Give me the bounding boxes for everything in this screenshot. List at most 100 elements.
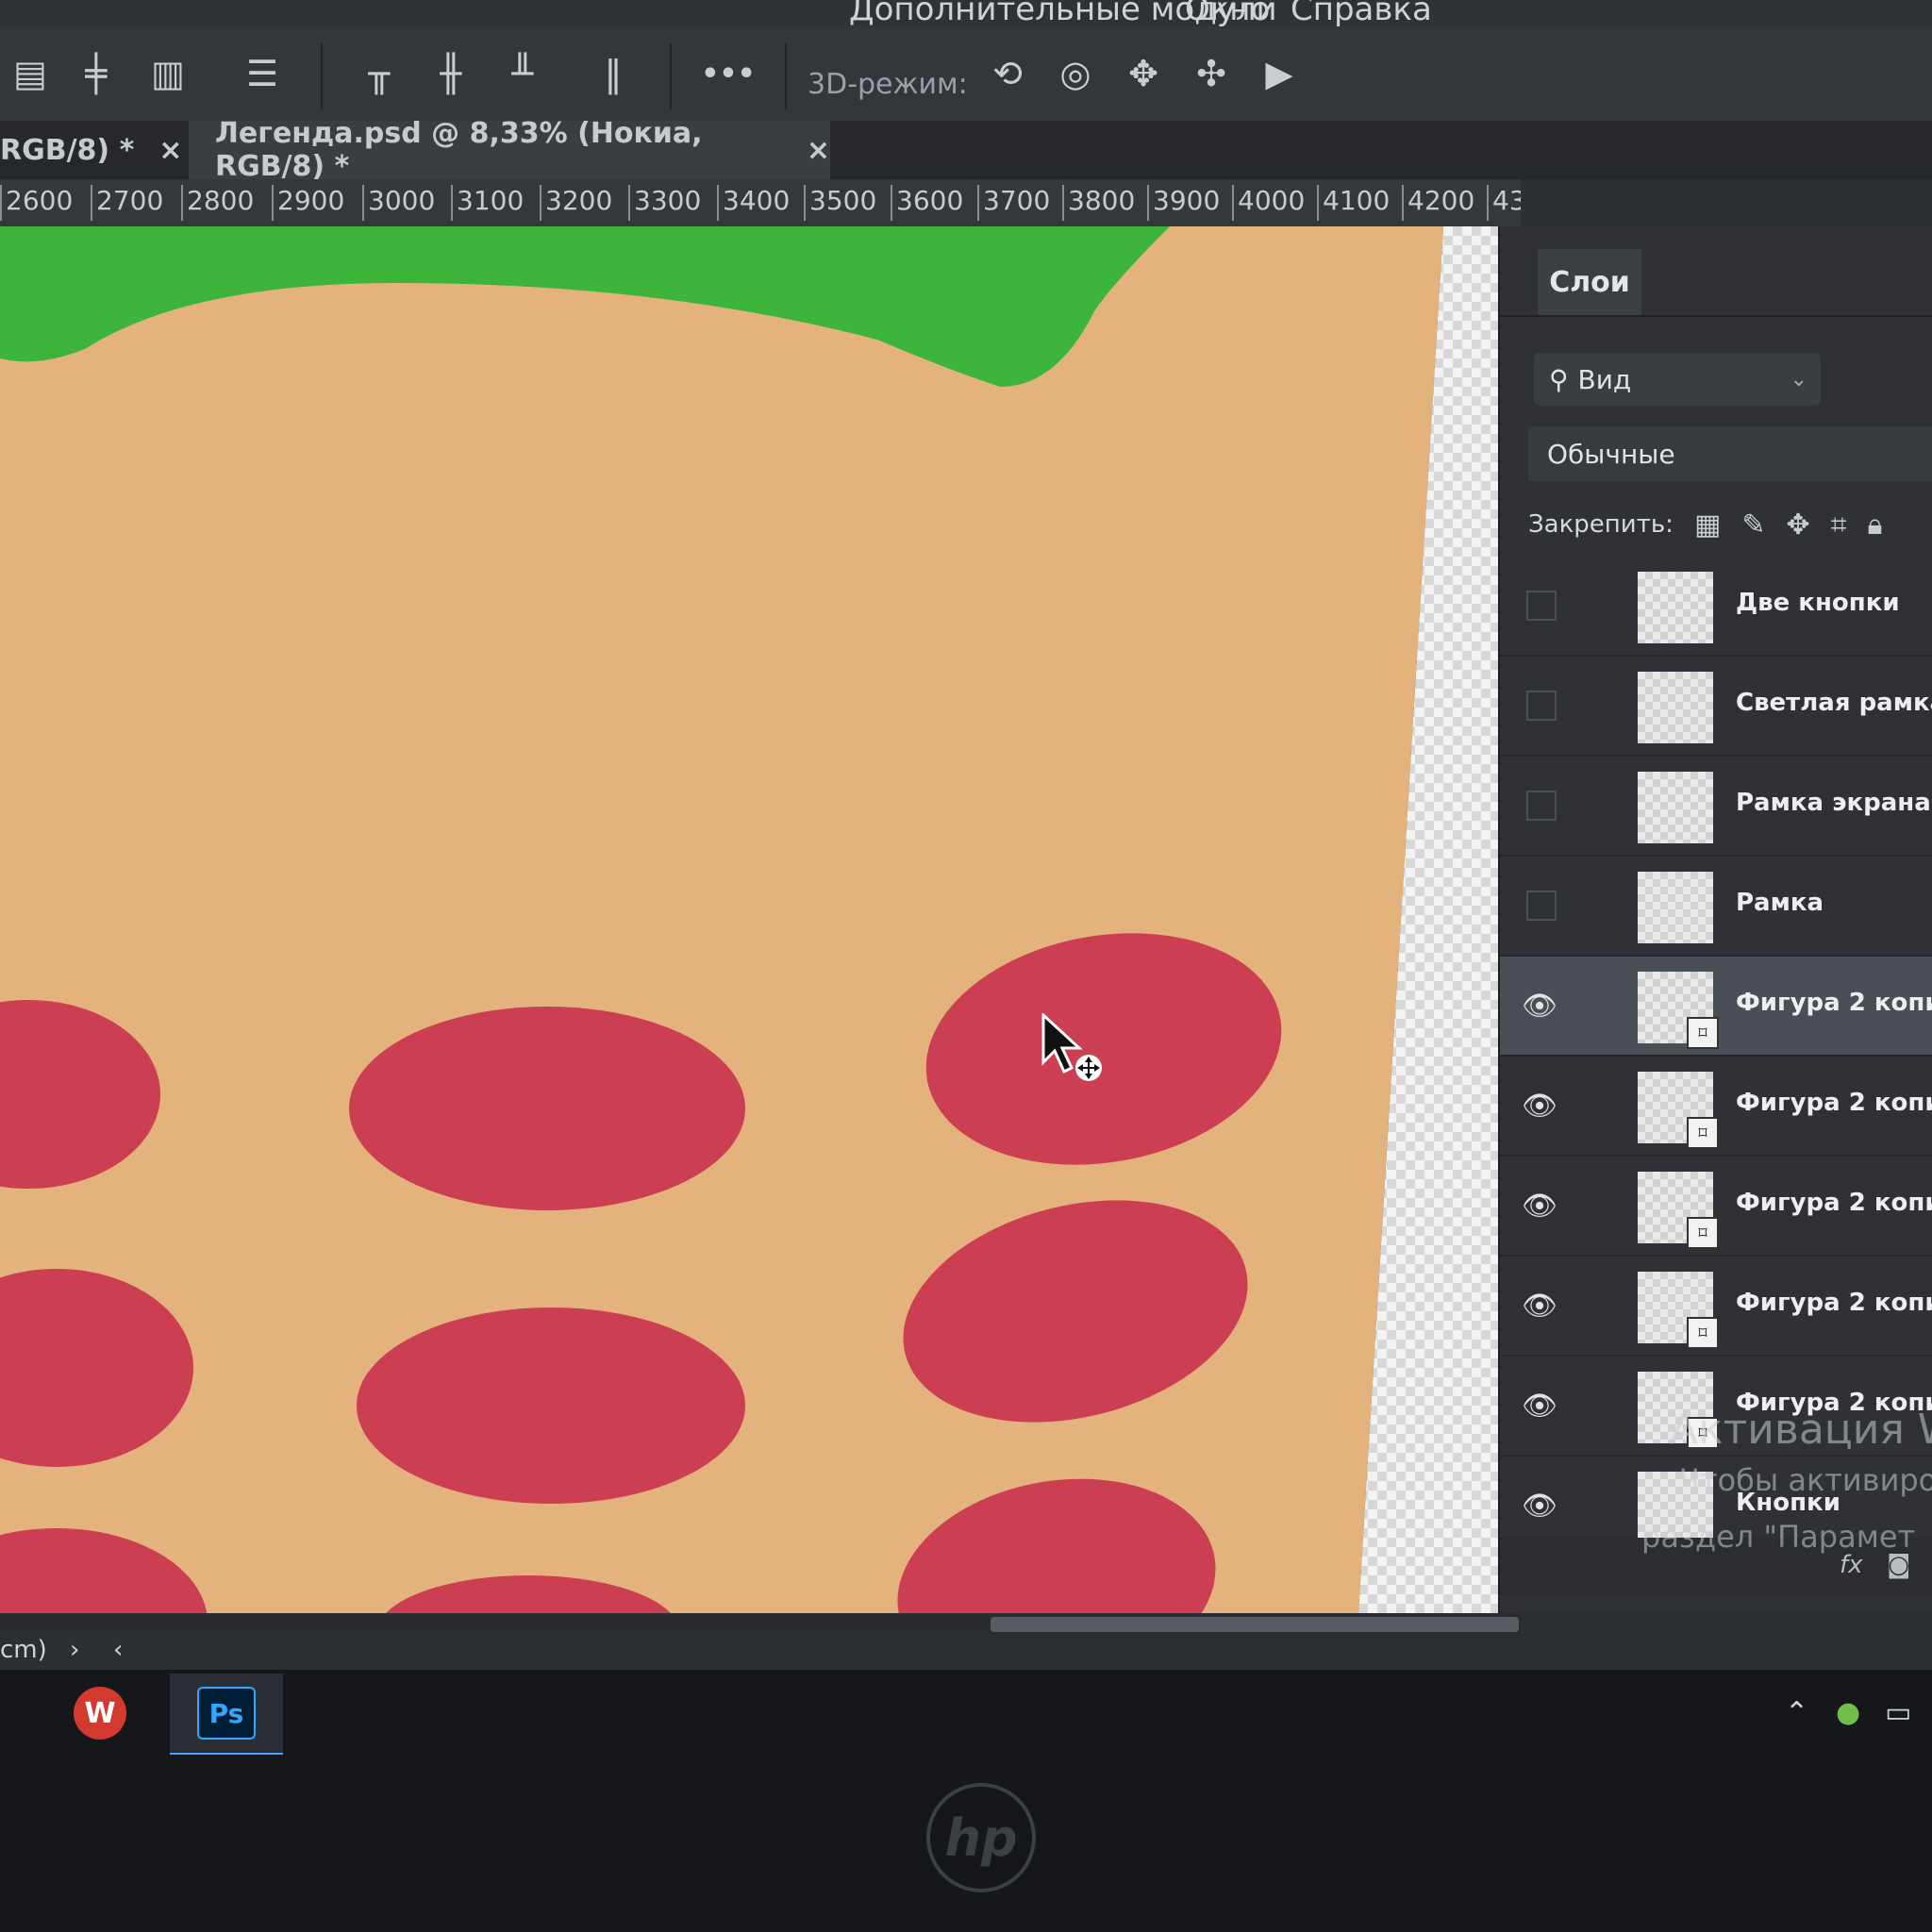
eye-icon[interactable]: 👁︎ <box>1521 1287 1558 1324</box>
visibility-toggle-off[interactable] <box>1526 691 1557 721</box>
toolbar-divider <box>785 43 787 109</box>
tab-close-icon[interactable]: × <box>807 134 830 167</box>
eye-icon[interactable]: 👁︎ <box>1521 1087 1558 1124</box>
tab-legenda-psd[interactable]: Легенда.psd @ 8,33% (Нокиа, RGB/8) * × <box>189 117 830 183</box>
photoshop-icon: Ps <box>197 1687 256 1740</box>
lock-all-icon[interactable]: 🔒︎ <box>1867 508 1882 541</box>
visibility-toggle-off[interactable] <box>1526 591 1557 621</box>
horizontal-scrollbar[interactable] <box>0 1613 1521 1636</box>
ruler-tick: 43 <box>1487 185 1521 221</box>
tray-network-icon[interactable]: ▭ <box>1885 1696 1911 1729</box>
search-icon: ⚲ <box>1549 363 1569 395</box>
lock-position-icon[interactable]: ✥ <box>1786 508 1809 541</box>
layer-thumbnail <box>1638 872 1713 943</box>
shape-layer-icon: ⌑ <box>1687 1217 1719 1249</box>
document-tabs: RGB/8) * × Легенда.psd @ 8,33% (Нокиа, R… <box>0 117 1932 183</box>
layers-panel: Слои ⚲ Вид ⌄ Обычные Закрепить: ▦ ✎ ✥ ⌗ … <box>1498 226 1932 1613</box>
3d-slide-icon[interactable]: ✣ <box>1185 47 1238 100</box>
tab-layers[interactable]: Слои <box>1538 249 1641 315</box>
align-top-icon[interactable]: ╥ <box>353 47 406 100</box>
tab-previous-document[interactable]: RGB/8) * × <box>0 121 185 179</box>
layer-row[interactable]: Две кнопки <box>1500 557 1932 657</box>
eye-icon[interactable]: 👁︎ <box>1521 1387 1558 1424</box>
eye-icon[interactable]: 👁︎ <box>1521 1187 1558 1224</box>
ruler-tick: 2800 <box>181 185 254 221</box>
panel-tab-divider <box>1500 315 1932 317</box>
red-ellipse[interactable] <box>349 1007 745 1210</box>
activation-watermark-text: раздел "Парамет <box>1641 1519 1916 1555</box>
layer-name: Светлая рамка <box>1736 689 1932 717</box>
hp-logo: hp <box>926 1783 1036 1892</box>
layer-row[interactable]: 👁︎ ⌑ Фигура 2 копия 2 <box>1500 1157 1932 1257</box>
move-cursor-icon <box>1041 1013 1102 1081</box>
wps-office-taskbar-icon[interactable]: W <box>74 1687 126 1740</box>
layer-row[interactable]: Рамка <box>1500 857 1932 957</box>
ruler-tick: 3800 <box>1062 185 1135 221</box>
ruler-tick: 3400 <box>717 185 790 221</box>
lock-image-pixels-icon[interactable]: ✎ <box>1741 508 1765 541</box>
fx-button[interactable]: fx <box>1840 1551 1863 1579</box>
menu-item-help[interactable]: Справка <box>1291 0 1432 28</box>
align-bottom-icon[interactable]: ╨ <box>496 47 549 100</box>
tray-app-icon[interactable]: ● <box>1836 1696 1860 1729</box>
visibility-toggle-off[interactable] <box>1526 791 1557 821</box>
distribute-vertical-icon[interactable]: ‖ <box>587 47 640 100</box>
ruler-tick: 3000 <box>362 185 435 221</box>
menu-item-window[interactable]: Окно <box>1185 0 1270 28</box>
photoshop-taskbar-button[interactable]: Ps <box>170 1674 283 1755</box>
ruler-tick: 4200 <box>1402 185 1474 221</box>
layer-thumbnail: ⌑ <box>1638 1072 1719 1149</box>
canvas-artwork <box>0 226 1521 1613</box>
toolbar-divider <box>321 43 323 109</box>
status-expand-arrow[interactable]: › <box>70 1636 79 1664</box>
layer-thumbnail: ⌑ <box>1638 1172 1719 1249</box>
align-middle-vertical-icon[interactable]: ╫ <box>425 47 477 100</box>
lock-transparent-pixels-icon[interactable]: ▦ <box>1694 508 1721 541</box>
align-center-horizontal-icon[interactable]: ╪ <box>70 47 123 100</box>
layer-thumbnail <box>1638 772 1713 843</box>
3d-pan-icon[interactable]: ✥ <box>1117 47 1170 100</box>
add-mask-icon[interactable]: ◙ <box>1887 1551 1910 1579</box>
blend-mode-select[interactable]: Обычные <box>1528 426 1932 481</box>
eye-icon[interactable]: 👁︎ <box>1521 1487 1558 1524</box>
ruler-tick: 4000 <box>1232 185 1305 221</box>
layer-name: Фигура 2 копия 5 <box>1736 989 1932 1017</box>
status-bar: cm) › ‹ <box>0 1636 1932 1670</box>
align-right-icon[interactable]: ▥ <box>142 47 194 100</box>
layer-row[interactable]: 👁︎ ⌑ Фигура 2 копия <box>1500 1257 1932 1357</box>
scrollbar-thumb[interactable] <box>991 1617 1519 1632</box>
align-left-icon[interactable]: ▤ <box>4 47 57 100</box>
layer-filter-dropdown[interactable]: ⚲ Вид ⌄ <box>1534 353 1821 406</box>
3d-camera-icon[interactable]: ▶ <box>1253 47 1306 100</box>
status-units: cm) <box>0 1636 47 1664</box>
3d-orbit-icon[interactable]: ⟲ <box>981 47 1034 100</box>
more-options-icon[interactable]: ••• <box>701 47 756 100</box>
visibility-toggle-off[interactable] <box>1526 891 1557 921</box>
ruler-tick: 2600 <box>0 185 73 221</box>
red-ellipse[interactable] <box>357 1307 745 1504</box>
tray-chevron-up-icon[interactable]: ⌃ <box>1785 1696 1808 1729</box>
layer-name: Рамка экрана <box>1736 789 1931 817</box>
eye-icon[interactable]: 👁︎ <box>1521 987 1558 1024</box>
layer-row[interactable]: Светлая рамка <box>1500 657 1932 757</box>
3d-mode-label: 3D-режим: <box>808 68 968 101</box>
3d-roll-icon[interactable]: ◎ <box>1049 47 1102 100</box>
layer-name: Фигура 2 копия 3 <box>1736 1089 1932 1117</box>
layer-thumbnail: ⌑ <box>1638 1272 1719 1349</box>
lock-artboard-icon[interactable]: ⌗ <box>1831 508 1847 541</box>
layer-row-selected[interactable]: 👁︎ ⌑ Фигура 2 копия 5 <box>1500 957 1932 1057</box>
layer-row[interactable]: 👁︎ ⌑ Фигура 2 копия 3 <box>1500 1057 1932 1157</box>
ruler-tick: 3900 <box>1147 185 1220 221</box>
status-collapse-arrow[interactable]: ‹ <box>113 1636 123 1664</box>
layer-name: Фигура 2 копия <box>1736 1289 1932 1317</box>
layer-row[interactable]: Рамка экрана <box>1500 757 1932 857</box>
shape-layer-icon: ⌑ <box>1687 1017 1719 1049</box>
chevron-down-icon: ⌄ <box>1790 367 1807 391</box>
toolbar-divider <box>670 43 672 109</box>
tab-close-icon[interactable]: × <box>158 134 182 167</box>
ruler-tick: 3300 <box>628 185 701 221</box>
tab-label: RGB/8) * <box>0 133 135 167</box>
shape-layer-icon: ⌑ <box>1687 1317 1719 1349</box>
document-canvas[interactable] <box>0 226 1521 1613</box>
distribute-icon[interactable]: ☰ <box>236 47 289 100</box>
